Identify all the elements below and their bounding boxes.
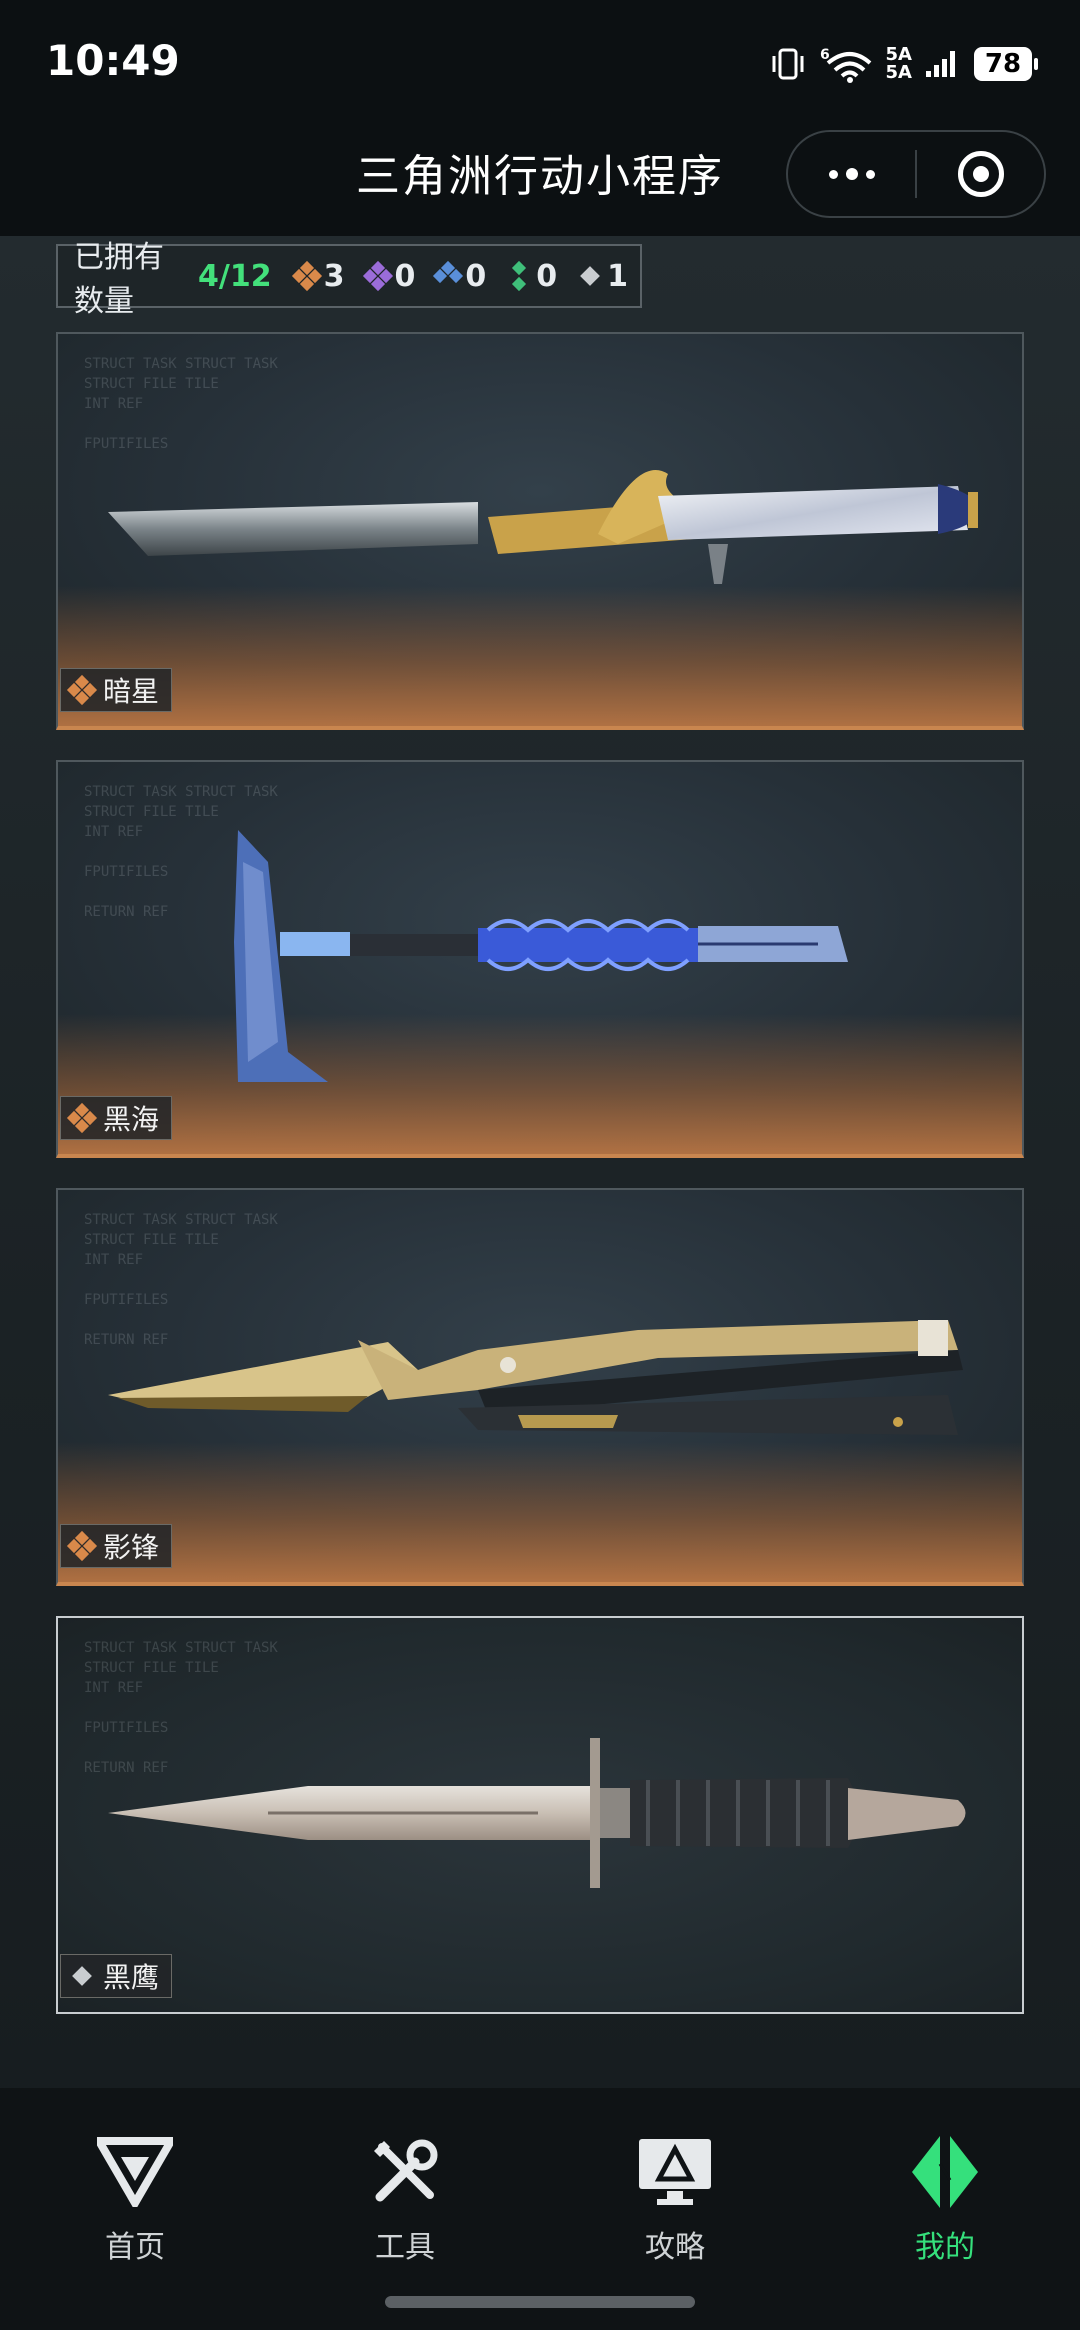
rarity-green-count: 0: [506, 259, 557, 294]
axe-heihai-image: [234, 830, 848, 1082]
signal-icon: [926, 51, 955, 77]
nav-home-label: 首页: [105, 2230, 165, 2265]
green-diamond-icon: [506, 260, 532, 292]
target-icon: [957, 151, 1004, 197]
weapon-name: 黑鹰: [103, 1961, 160, 1994]
network-bottom: 5A: [885, 62, 912, 83]
nav-guide[interactable]: 攻略: [595, 2132, 755, 2266]
mini-program-capsule: [786, 130, 1046, 218]
status-icons: 6 5A 5A 78: [770, 44, 1038, 84]
network-label: 5A 5A: [886, 46, 912, 82]
collection-content[interactable]: 已拥有数量 4/12 3 0 0 0 1 STRUCT TASK STRUCT …: [0, 236, 1080, 2088]
vibrate-icon: [772, 48, 804, 80]
nav-profile-label: 我的: [915, 2230, 975, 2265]
owned-count-bar: 已拥有数量 4/12 3 0 0 0 1: [56, 240, 642, 319]
orange-diamond-icon: [66, 1530, 98, 1562]
rarity-green-value: 0: [536, 258, 558, 294]
status-time: 10:49: [46, 36, 180, 85]
weapon-card-yingfeng[interactable]: STRUCT TASK STRUCT TASK STRUCT FILE TILE I…: [56, 1188, 1024, 1586]
more-button[interactable]: [788, 132, 915, 216]
nav-tools-label: 工具: [375, 2230, 435, 2265]
rarity-white-count: 1: [577, 259, 628, 294]
home-logo-icon: [95, 2132, 175, 2212]
purple-diamond-icon: [362, 260, 393, 292]
owned-count: 4/12: [198, 258, 272, 294]
profile-logo-icon: [905, 2132, 985, 2212]
weapon-name: 黑海: [103, 1103, 160, 1136]
white-diamond-icon: [577, 263, 603, 289]
knife-anxing-image: [108, 470, 978, 584]
butterfly-knife-yingfeng-image: [108, 1320, 963, 1435]
orange-diamond-icon: [66, 674, 98, 706]
wifi-icon: 6: [820, 47, 871, 83]
knife-heiying-image: [108, 1738, 966, 1888]
more-dots-icon: [828, 168, 875, 180]
weapon-name: 影锋: [103, 1531, 160, 1564]
weapon-label: 暗星: [60, 668, 173, 712]
weapon-card-heihai[interactable]: STRUCT TASK STRUCT TASK STRUCT FILE TILE I…: [56, 760, 1024, 1158]
rarity-white-value: 1: [607, 258, 628, 294]
status-bar: 10:49 6 5A 5A 78: [0, 0, 1080, 120]
rarity-orange-value: 3: [323, 258, 345, 294]
white-diamond-icon: [69, 1963, 95, 1989]
owned-label: 已拥有数量: [74, 240, 164, 319]
weapon-card-heiying[interactable]: STRUCT TASK STRUCT TASK STRUCT FILE TILE I…: [56, 1616, 1024, 2014]
weapon-name: 暗星: [103, 675, 160, 708]
nav-home[interactable]: 首页: [55, 2132, 215, 2266]
rarity-blue-count: 0: [433, 258, 487, 294]
nav-guide-label: 攻略: [645, 2230, 705, 2265]
weapon-label: 黑海: [60, 1096, 173, 1140]
weapon-label: 影锋: [60, 1524, 173, 1568]
weapon-card-anxing[interactable]: STRUCT TASK STRUCT TASK STRUCT FILE TILE I…: [56, 332, 1024, 730]
title-bar: 三角洲行动小程序: [0, 120, 1080, 236]
rarity-purple-value: 0: [394, 258, 416, 294]
battery-level: 78: [984, 49, 1022, 79]
home-indicator[interactable]: [385, 2296, 695, 2308]
bottom-nav: 首页 工具 攻略 我的: [0, 2088, 1080, 2330]
weapon-label: 黑鹰: [60, 1954, 173, 1998]
nav-profile[interactable]: 我的: [865, 2132, 1025, 2266]
battery-icon: 78: [974, 47, 1038, 81]
tools-icon: [365, 2132, 445, 2212]
orange-diamond-icon: [291, 260, 322, 292]
rarity-purple-count: 0: [362, 258, 416, 294]
close-button[interactable]: [917, 132, 1044, 216]
nav-tools[interactable]: 工具: [325, 2132, 485, 2266]
guide-monitor-icon: [635, 2132, 715, 2212]
rarity-orange-count: 3: [291, 258, 345, 294]
rarity-blue-value: 0: [465, 258, 487, 294]
blue-diamond-icon: [433, 260, 464, 289]
orange-diamond-icon: [66, 1102, 98, 1134]
